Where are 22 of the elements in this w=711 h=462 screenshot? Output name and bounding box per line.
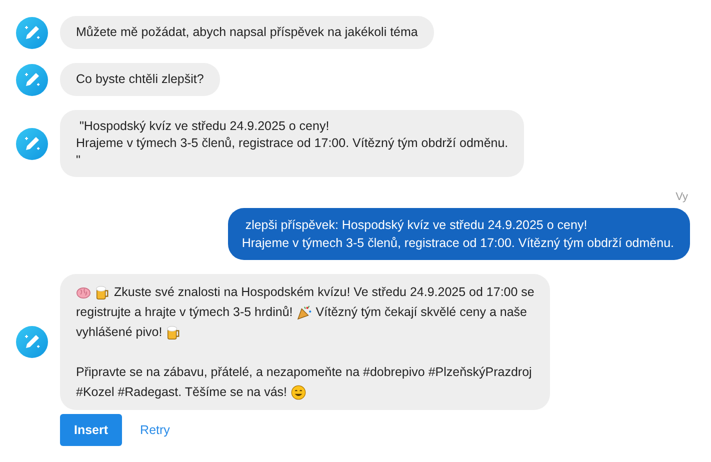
message-text: Připravte se na zábavu, přátelé, a nezapomeňte na #dobrepivo #PlzeňskýPrazdroj [76,364,532,380]
retry-link[interactable]: Retry [140,421,170,439]
message-text: registrujte a hrajte v týmech 3-5 hrdinů! [76,304,293,320]
message-text: "Hospodský kvíz ve středu 24.9.2025 o ceny! Hrajeme v týmech 3-5 členů, registrace od 17:00. Vítězný tým obdrží odměnu. " [76,118,508,169]
message-text: Můžete mě požádat, abych napsal příspěvek na jakékoli téma [76,24,418,41]
party-popper-icon [297,304,311,320]
smiley-icon [291,384,306,400]
assistant-avatar-icon [16,326,48,358]
beer-mug-icon [96,286,108,299]
assistant-avatar-icon [16,64,48,96]
assistant-avatar-icon [16,128,48,160]
sender-label: Vy [676,191,689,203]
message-text: vyhlášené pivo! [76,324,162,340]
message-text: Vítězný tým čekají skvělé ceny a naše [316,304,527,320]
message-text: Zkuste své znalosti na Hospodském kvízu! Ve středu 24.9.2025 od 17:00 se [114,284,534,300]
message-text: zlepši příspěvek: Hospodský kvíz ve středu 24.9.2025 o ceny! Hrajeme v týmech 3-5 členů, registrace od 17:00. Vítězný tým obdrží odměnu. [242,217,674,252]
brain-icon [76,286,90,298]
message-text: Co byste chtěli zlepšit? [76,71,204,88]
beer-mug-icon [167,326,180,339]
assistant-avatar-icon [16,16,48,48]
message-text: #Kozel #Radegast. Těšíme se na vás! [76,384,287,400]
insert-button[interactable]: Insert [60,414,122,446]
